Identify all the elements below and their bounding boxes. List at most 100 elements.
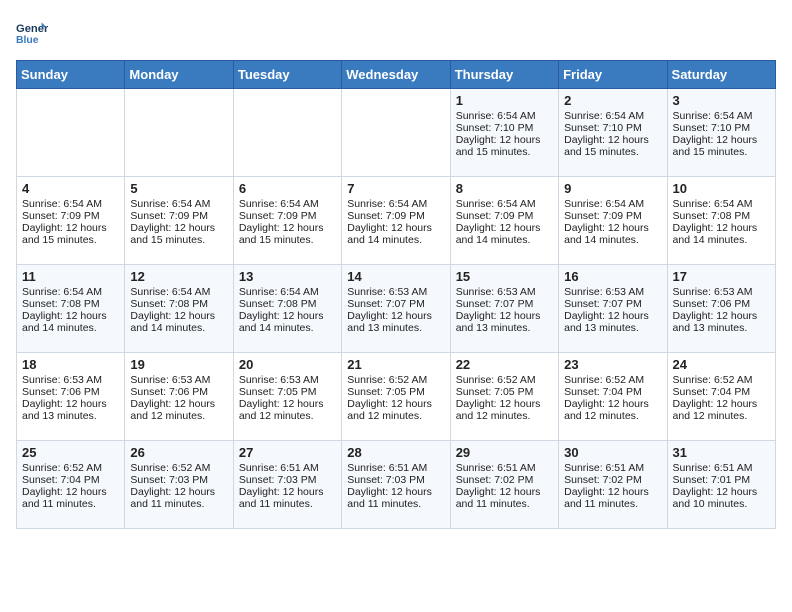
daylight-text: Daylight: 12 hours and 14 minutes. [564, 222, 661, 246]
sunrise-text: Sunrise: 6:54 AM [22, 198, 119, 210]
daylight-text: Daylight: 12 hours and 12 minutes. [130, 398, 227, 422]
calendar-cell: 6Sunrise: 6:54 AMSunset: 7:09 PMDaylight… [233, 177, 341, 265]
daylight-text: Daylight: 12 hours and 12 minutes. [239, 398, 336, 422]
calendar-cell: 31 Sunrise: 6:51 AMSunset: 7:01 PMDayligh… [667, 441, 775, 529]
daylight-text: Daylight: 12 hours and 10 minutes. [673, 486, 770, 510]
daylight-text: Daylight: 12 hours and 15 minutes. [130, 222, 227, 246]
sunrise-text: Sunrise: 6:51 AM [347, 462, 444, 474]
sunrise-text: Sunrise: 6:52 AM [564, 374, 661, 386]
sunrise-text: Sunrise: 6:52 AM [22, 462, 119, 474]
sunrise-text: Sunrise: 6:52 AM [130, 462, 227, 474]
day-number: 7 [347, 181, 444, 196]
day-number: 31 [673, 445, 770, 460]
daylight-text: Daylight: 12 hours and 13 minutes. [456, 310, 553, 334]
day-number: 20 [239, 357, 336, 372]
sunset-text: Sunset: 7:08 PM [673, 210, 770, 222]
sunset-text: Sunset: 7:06 PM [22, 386, 119, 398]
sunrise-text: Sunrise: 6:54 AM [239, 286, 336, 298]
sunset-text: Sunset: 7:06 PM [673, 298, 770, 310]
sunset-text: Sunset: 7:09 PM [239, 210, 336, 222]
daylight-text: Daylight: 12 hours and 12 minutes. [564, 398, 661, 422]
calendar-cell: 30Sunrise: 6:51 AMSunset: 7:02 PMDayligh… [559, 441, 667, 529]
day-number: 3 [673, 93, 770, 108]
day-number: 5 [130, 181, 227, 196]
week-row-2: 4Sunrise: 6:54 AMSunset: 7:09 PMDaylight… [17, 177, 776, 265]
calendar-cell: 17Sunrise: 6:53 AMSunset: 7:06 PMDayligh… [667, 265, 775, 353]
sunrise-text: Sunrise: 6:52 AM [673, 374, 770, 386]
sunset-text: Sunset: 7:04 PM [564, 386, 661, 398]
day-number: 23 [564, 357, 661, 372]
sunset-text: Sunset: 7:04 PM [673, 386, 770, 398]
calendar-cell: 23 Sunrise: 6:52 AMSunset: 7:04 PMDayligh… [559, 353, 667, 441]
sunrise-text: Sunrise: 6:52 AM [456, 374, 553, 386]
daylight-text: Daylight: 12 hours and 12 minutes. [673, 398, 770, 422]
sunrise-text: Sunrise: 6:54 AM [456, 110, 553, 122]
day-number: 16 [564, 269, 661, 284]
calendar-cell: 14Sunrise: 6:53 AMSunset: 7:07 PMDayligh… [342, 265, 450, 353]
day-number: 18 [22, 357, 119, 372]
page-header: General Blue [16, 16, 776, 48]
sunrise-text: Sunrise: 6:53 AM [22, 374, 119, 386]
sunrise-text: Sunrise: 6:54 AM [239, 198, 336, 210]
day-number: 22 [456, 357, 553, 372]
day-number: 1 [456, 93, 553, 108]
col-header-tuesday: Tuesday [233, 61, 341, 89]
daylight-text: Daylight: 12 hours and 11 minutes. [22, 486, 119, 510]
sunset-text: Sunset: 7:09 PM [22, 210, 119, 222]
logo-icon: General Blue [16, 16, 48, 48]
sunrise-text: Sunrise: 6:51 AM [673, 462, 770, 474]
col-header-wednesday: Wednesday [342, 61, 450, 89]
sunrise-text: Sunrise: 6:53 AM [347, 286, 444, 298]
sunset-text: Sunset: 7:09 PM [564, 210, 661, 222]
daylight-text: Daylight: 12 hours and 13 minutes. [673, 310, 770, 334]
day-number: 19 [130, 357, 227, 372]
calendar-cell: 7Sunrise: 6:54 AMSunset: 7:09 PMDaylight… [342, 177, 450, 265]
sunset-text: Sunset: 7:08 PM [130, 298, 227, 310]
daylight-text: Daylight: 12 hours and 11 minutes. [130, 486, 227, 510]
daylight-text: Daylight: 12 hours and 11 minutes. [456, 486, 553, 510]
sunrise-text: Sunrise: 6:51 AM [456, 462, 553, 474]
sunset-text: Sunset: 7:08 PM [22, 298, 119, 310]
day-number: 21 [347, 357, 444, 372]
week-row-4: 18Sunrise: 6:53 AMSunset: 7:06 PMDayligh… [17, 353, 776, 441]
calendar-cell: 2Sunrise: 6:54 AMSunset: 7:10 PMDaylight… [559, 89, 667, 177]
week-row-3: 11Sunrise: 6:54 AMSunset: 7:08 PMDayligh… [17, 265, 776, 353]
sunrise-text: Sunrise: 6:54 AM [456, 198, 553, 210]
calendar-cell: 10Sunrise: 6:54 AMSunset: 7:08 PMDayligh… [667, 177, 775, 265]
sunset-text: Sunset: 7:09 PM [130, 210, 227, 222]
calendar-cell: 20Sunrise: 6:53 AMSunset: 7:05 PMDayligh… [233, 353, 341, 441]
calendar-cell: 12Sunrise: 6:54 AMSunset: 7:08 PMDayligh… [125, 265, 233, 353]
sunset-text: Sunset: 7:06 PM [130, 386, 227, 398]
day-number: 13 [239, 269, 336, 284]
sunset-text: Sunset: 7:02 PM [456, 474, 553, 486]
day-number: 25 [22, 445, 119, 460]
col-header-thursday: Thursday [450, 61, 558, 89]
sunrise-text: Sunrise: 6:53 AM [130, 374, 227, 386]
sunset-text: Sunset: 7:07 PM [564, 298, 661, 310]
calendar-cell: 4Sunrise: 6:54 AMSunset: 7:09 PMDaylight… [17, 177, 125, 265]
daylight-text: Daylight: 12 hours and 12 minutes. [456, 398, 553, 422]
sunrise-text: Sunrise: 6:53 AM [239, 374, 336, 386]
sunset-text: Sunset: 7:03 PM [239, 474, 336, 486]
day-number: 2 [564, 93, 661, 108]
sunrise-text: Sunrise: 6:53 AM [673, 286, 770, 298]
daylight-text: Daylight: 12 hours and 15 minutes. [239, 222, 336, 246]
sunrise-text: Sunrise: 6:51 AM [564, 462, 661, 474]
sunrise-text: Sunrise: 6:53 AM [564, 286, 661, 298]
calendar-cell [342, 89, 450, 177]
sunset-text: Sunset: 7:01 PM [673, 474, 770, 486]
sunset-text: Sunset: 7:02 PM [564, 474, 661, 486]
day-number: 28 [347, 445, 444, 460]
week-row-5: 25Sunrise: 6:52 AMSunset: 7:04 PMDayligh… [17, 441, 776, 529]
calendar-cell: 5Sunrise: 6:54 AMSunset: 7:09 PMDaylight… [125, 177, 233, 265]
calendar-cell: 16Sunrise: 6:53 AMSunset: 7:07 PMDayligh… [559, 265, 667, 353]
sunrise-text: Sunrise: 6:52 AM [347, 374, 444, 386]
calendar-cell: 25Sunrise: 6:52 AMSunset: 7:04 PMDayligh… [17, 441, 125, 529]
day-number: 27 [239, 445, 336, 460]
calendar-cell: 15Sunrise: 6:53 AMSunset: 7:07 PMDayligh… [450, 265, 558, 353]
week-row-1: 1Sunrise: 6:54 AMSunset: 7:10 PMDaylight… [17, 89, 776, 177]
day-number: 14 [347, 269, 444, 284]
sunset-text: Sunset: 7:07 PM [456, 298, 553, 310]
calendar-cell: 27Sunrise: 6:51 AMSunset: 7:03 PMDayligh… [233, 441, 341, 529]
sunset-text: Sunset: 7:09 PM [456, 210, 553, 222]
